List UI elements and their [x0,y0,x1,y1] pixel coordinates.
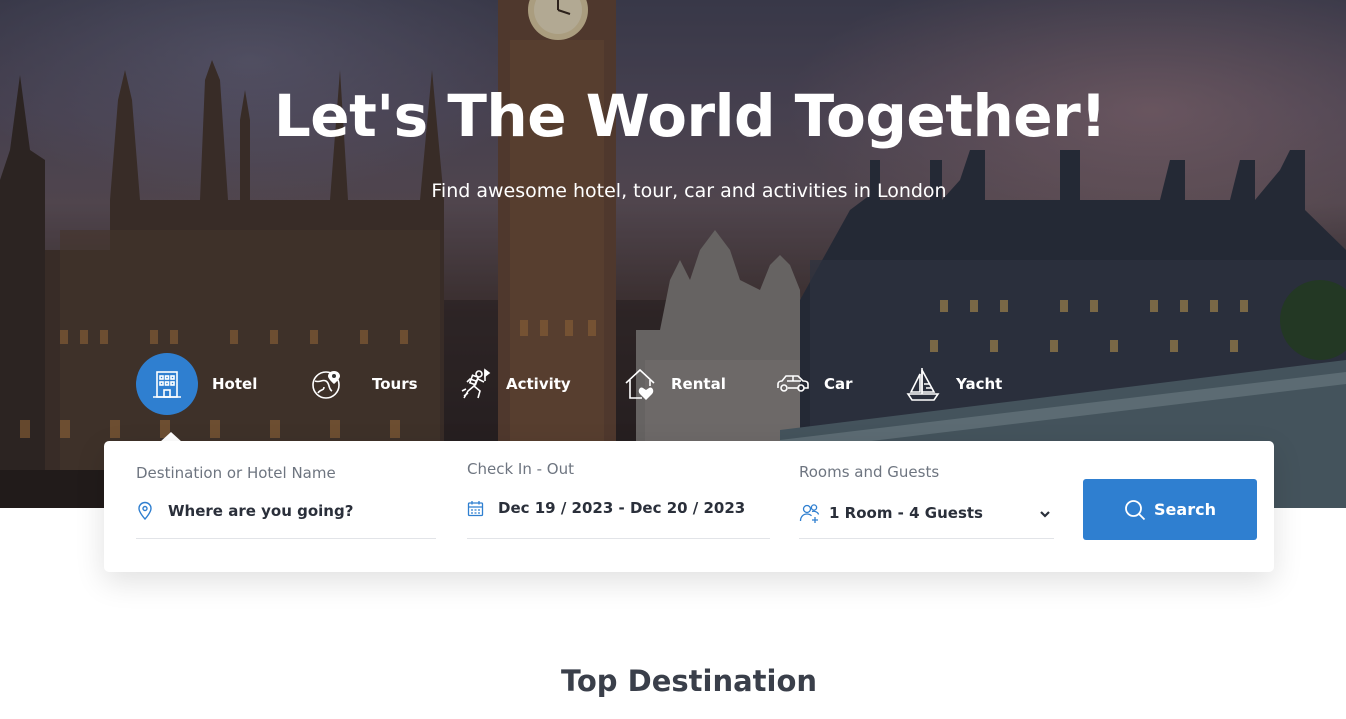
search-button-label: Search [1154,500,1216,519]
tab-hotel-label: Hotel [212,375,258,393]
map-pin-icon [138,501,152,521]
dates-value: Dec 19 / 2023 - Dec 20 / 2023 [498,499,746,517]
category-tabs: Hotel Tours Activity Rental Car Yacht [0,353,1346,415]
tab-rental-label: Rental [671,375,726,393]
destination-input[interactable]: Where are you going? [136,501,353,521]
car-icon [762,353,824,415]
tab-activity[interactable]: Activity [444,353,571,415]
climber-icon [444,353,506,415]
dates-field[interactable]: Check In - Out Dec 19 / 2023 - Dec 20 / … [467,441,770,572]
tab-yacht[interactable]: Yacht [892,353,1002,415]
destination-label: Destination or Hotel Name [136,464,336,482]
dates-input[interactable]: Dec 19 / 2023 - Dec 20 / 2023 [467,499,745,517]
guests-label: Rooms and Guests [799,463,940,481]
hero-banner: Let's The World Together! Find awesome h… [0,0,1346,508]
destination-value: Where are you going? [168,502,354,520]
tab-activity-label: Activity [506,375,571,393]
destination-underline [136,538,436,539]
hero-subtitle: Find awesome hotel, tour, car and activi… [431,180,947,202]
search-form: Destination or Hotel Name Where are you … [104,441,1274,572]
tab-hotel[interactable]: Hotel [136,353,257,415]
tab-car-label: Car [824,375,853,393]
search-button[interactable]: Search [1083,479,1257,540]
house-heart-icon [609,353,671,415]
destination-field[interactable]: Destination or Hotel Name Where are you … [136,441,436,572]
chevron-down-icon[interactable] [1039,509,1051,519]
tab-tours[interactable]: Tours [296,353,418,415]
globe-pin-icon [296,353,358,415]
page: Let's The World Together! Find awesome h… [0,0,1346,719]
hero-overlay [0,0,1346,508]
tab-yacht-label: Yacht [956,375,1003,393]
sailboat-icon [892,353,954,415]
guests-select[interactable]: 1 Room - 4 Guests [799,502,983,524]
guests-field[interactable]: Rooms and Guests 1 Room - 4 Guests [799,441,1054,572]
add-users-icon [799,504,820,523]
tab-car[interactable]: Car [762,353,853,415]
tab-tours-label: Tours [372,375,418,393]
tab-rental[interactable]: Rental [609,353,726,415]
dates-underline [467,538,770,539]
hotel-icon [136,353,198,415]
guests-underline [799,538,1054,539]
section-title: Top Destination [560,664,818,698]
dates-label: Check In - Out [467,460,574,478]
hero-title: Let's The World Together! [273,82,1107,150]
calendar-icon [467,500,484,516]
search-icon [1125,499,1146,520]
guests-value: 1 Room - 4 Guests [829,504,983,522]
